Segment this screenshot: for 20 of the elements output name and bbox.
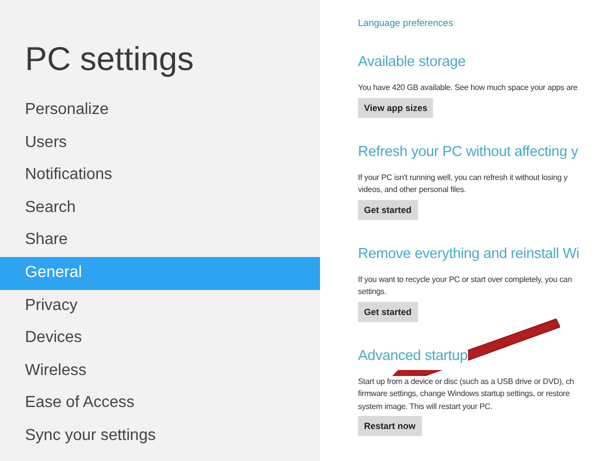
- sidebar-item[interactable]: Search: [0, 192, 320, 224]
- sidebar-item[interactable]: Wireless: [0, 354, 320, 388]
- sidebar-item[interactable]: Users: [0, 126, 320, 160]
- sidebar-item[interactable]: Privacy: [0, 290, 320, 322]
- action-button[interactable]: Restart now: [358, 416, 422, 436]
- action-button[interactable]: View app sizes: [358, 98, 434, 118]
- section-description: Start up from a device or disc (such as a USB drive or DVD), ch firmware settings, change Windows startup settings, or restore system image. This will restart your PC.: [358, 376, 602, 413]
- sidebar-item[interactable]: Ease of Access: [0, 387, 320, 420]
- sidebar-item[interactable]: Sync your settings: [0, 420, 320, 453]
- language-preferences-link[interactable]: Language preferences: [358, 18, 602, 32]
- section-heading: Advanced startup: [358, 348, 468, 370]
- sidebar-item[interactable]: Devices: [0, 322, 320, 355]
- sidebar-item[interactable]: Notifications: [0, 159, 320, 192]
- sidebar-item[interactable]: Personalize: [0, 94, 320, 127]
- section-description: If your PC isn't running well, you can refresh it without losing y videos, and other personal files.: [358, 172, 602, 196]
- action-button[interactable]: Get started: [358, 200, 418, 220]
- action-button[interactable]: Get started: [358, 302, 418, 322]
- sidebar-item[interactable]: Share: [0, 224, 320, 257]
- section-description: If you want to recycle your PC or start over completely, you can settings.: [358, 274, 602, 298]
- page-title: PC settings: [24, 40, 195, 79]
